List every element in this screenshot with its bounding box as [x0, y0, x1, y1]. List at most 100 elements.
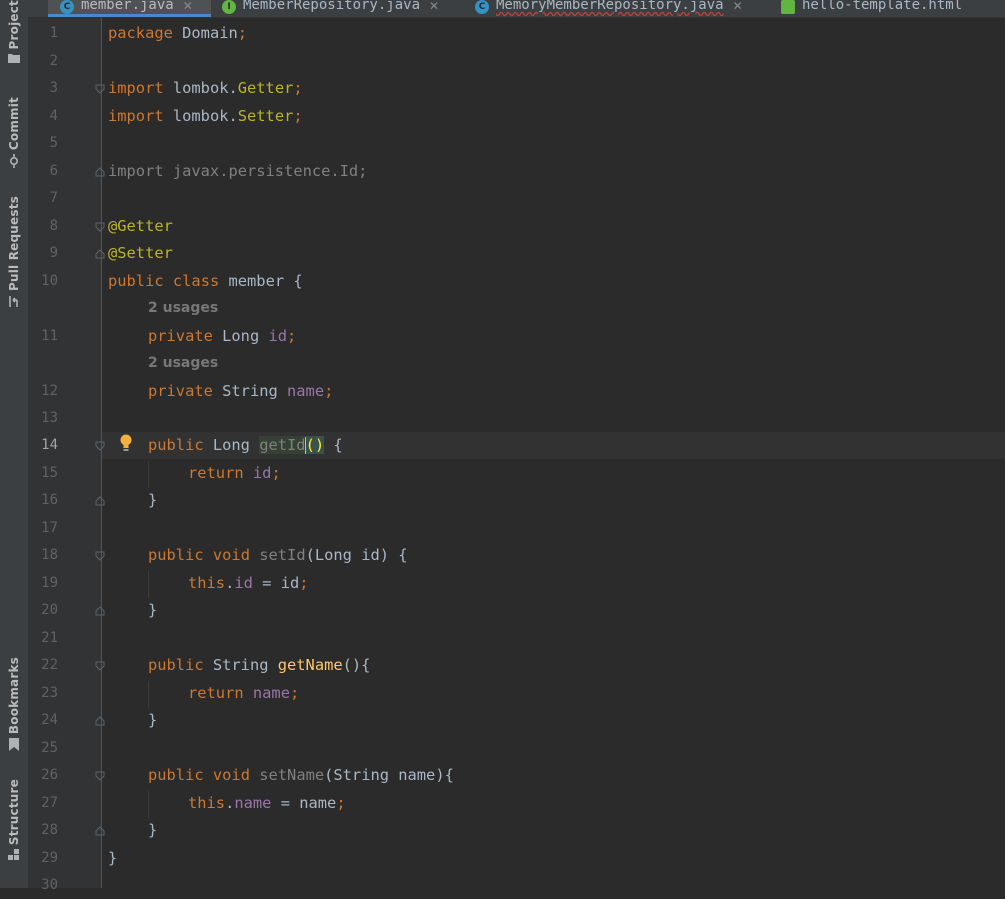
- code-line: 30: [0, 872, 1005, 899]
- fold-close-icon[interactable]: [95, 826, 105, 836]
- fold-close-icon[interactable]: [95, 496, 105, 506]
- fold-close-icon[interactable]: [95, 167, 105, 177]
- code-text: }: [148, 821, 158, 839]
- code-text: @Setter: [108, 244, 173, 262]
- fold-open-icon[interactable]: [95, 441, 105, 451]
- tab-label: hello-template.html: [802, 0, 963, 13]
- line-number: 11: [41, 328, 58, 344]
- fold-close-icon[interactable]: [95, 716, 105, 726]
- code-text: public String getName(){: [148, 656, 371, 674]
- line-number: 17: [41, 520, 58, 536]
- code-text: private Long id;: [148, 327, 297, 345]
- close-icon[interactable]: ✕: [429, 0, 439, 13]
- code-line: 19 this.id = id;: [0, 570, 1005, 597]
- code-line: 18 public void setId(Long id) {: [0, 542, 1005, 569]
- code-line: 15 return id;: [0, 460, 1005, 487]
- code-line: 22 public String getName(){: [0, 652, 1005, 679]
- code-line: 4 import lombok.Setter;: [0, 103, 1005, 130]
- code-line: 24 }: [0, 707, 1005, 734]
- line-number: 26: [41, 767, 58, 783]
- code-text: }: [148, 711, 158, 729]
- code-line: 2: [0, 48, 1005, 75]
- fold-open-icon[interactable]: [95, 771, 105, 781]
- code-text: @Getter: [108, 217, 173, 235]
- line-number: 9: [49, 245, 58, 261]
- fold-close-icon[interactable]: [95, 249, 105, 259]
- code-text: this.name = name;: [188, 794, 346, 812]
- code-line: 29 }: [0, 845, 1005, 872]
- lightbulb-icon[interactable]: [119, 434, 133, 452]
- line-number: 13: [41, 410, 58, 426]
- code-line: 17: [0, 515, 1005, 542]
- code-line: 6 import javax.persistence.Id;: [0, 158, 1005, 185]
- code-line: 10 public class member {: [0, 268, 1005, 295]
- line-number: 30: [41, 877, 58, 893]
- code-line: 11 private Long id;: [0, 323, 1005, 350]
- tab-label: MemoryMemberRepository.java: [496, 0, 724, 13]
- line-number: 12: [41, 383, 58, 399]
- tab-hello-template[interactable]: hello-template.html: [781, 0, 962, 17]
- fold-close-icon[interactable]: [95, 606, 105, 616]
- java-class-icon: C: [60, 0, 74, 14]
- line-number: 28: [41, 822, 58, 838]
- line-number: 24: [41, 712, 58, 728]
- fold-open-icon[interactable]: [95, 222, 105, 232]
- code-text: public class member {: [108, 272, 303, 290]
- code-line: 1 package Domain;: [0, 20, 1005, 47]
- line-number: 18: [41, 547, 58, 563]
- line-number: 21: [41, 630, 58, 646]
- usage-hint[interactable]: 2 usages: [148, 295, 218, 322]
- code-line-current: 14 public Long getId() {: [0, 432, 1005, 459]
- code-line: 12 private String name;: [0, 378, 1005, 405]
- line-number: 19: [41, 575, 58, 591]
- line-number: 25: [41, 740, 58, 756]
- line-number: 3: [49, 80, 58, 96]
- fold-open-icon[interactable]: [95, 661, 105, 671]
- code-text: }: [148, 601, 158, 619]
- line-number: 8: [49, 218, 58, 234]
- code-text: private String name;: [148, 382, 334, 400]
- line-number: 4: [49, 108, 58, 124]
- code-text: public void setId(Long id) {: [148, 546, 408, 564]
- usage-hint-line: 2 usages: [0, 295, 1005, 322]
- code-text: import lombok.Setter;: [108, 107, 303, 125]
- code-line: 25: [0, 735, 1005, 762]
- code-text: return id;: [188, 464, 281, 482]
- close-icon[interactable]: ✕: [183, 0, 193, 13]
- line-number: 5: [49, 135, 58, 151]
- line-number: 23: [41, 685, 58, 701]
- code-line: 8 @Getter: [0, 213, 1005, 240]
- fold-open-icon[interactable]: [95, 551, 105, 561]
- code-line: 3 import lombok.Getter;: [0, 75, 1005, 102]
- tab-member-java[interactable]: C member.java ✕: [48, 0, 211, 17]
- code-line: 26 public void setName(String name){: [0, 762, 1005, 789]
- code-text: public Long getId() {: [148, 436, 343, 454]
- tab-memory-member-repository[interactable]: C MemoryMemberRepository.java ✕: [475, 0, 743, 17]
- tab-member-repository[interactable]: I MemberRepository.java ✕: [222, 0, 439, 17]
- html-file-icon: [781, 0, 795, 14]
- code-line: 27 this.name = name;: [0, 790, 1005, 817]
- java-class-icon: C: [475, 0, 489, 14]
- line-number: 20: [41, 602, 58, 618]
- code-line: 7: [0, 185, 1005, 212]
- code-text: import lombok.Getter;: [108, 79, 303, 97]
- java-interface-icon: I: [222, 0, 236, 14]
- line-number: 10: [41, 273, 58, 289]
- line-number: 29: [41, 850, 58, 866]
- line-number: 27: [41, 795, 58, 811]
- line-number: 2: [49, 53, 58, 69]
- usage-hint-line: 2 usages: [0, 350, 1005, 377]
- editor-tab-bar: C member.java ✕ I MemberRepository.java …: [28, 0, 1005, 18]
- usage-hint[interactable]: 2 usages: [148, 350, 218, 377]
- code-text: public void setName(String name){: [148, 766, 454, 784]
- tab-label: member.java: [81, 0, 174, 13]
- code-line: 16 }: [0, 487, 1005, 514]
- code-text: return name;: [188, 684, 300, 702]
- fold-open-icon[interactable]: [95, 84, 105, 94]
- line-number: 16: [41, 492, 58, 508]
- close-icon[interactable]: ✕: [733, 0, 743, 13]
- code-line: 28 }: [0, 817, 1005, 844]
- line-number: 15: [41, 465, 58, 481]
- line-number: 22: [41, 657, 58, 673]
- line-number: 1: [49, 25, 58, 41]
